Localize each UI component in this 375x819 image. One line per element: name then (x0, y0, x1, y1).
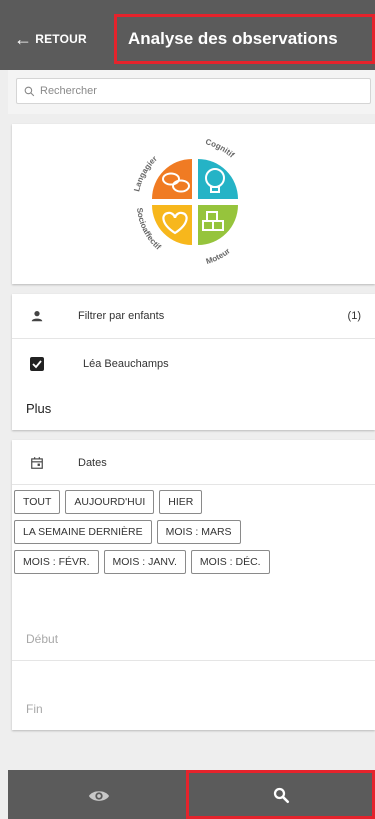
divider (12, 484, 375, 485)
chip-last-week[interactable]: LA SEMAINE DERNIÈRE (14, 520, 152, 544)
end-date-field[interactable]: Fin (26, 702, 43, 716)
chip-all[interactable]: TOUT (14, 490, 61, 514)
filter-children-row[interactable]: Filtrer par enfants (1) (12, 294, 375, 338)
dates-label: Dates (78, 457, 107, 469)
arrow-left-icon: ← (14, 29, 33, 49)
chip-month-dec[interactable]: MOIS : DÉC. (190, 550, 270, 574)
chip-month-march[interactable]: MOIS : MARS (156, 520, 241, 544)
divider (12, 338, 375, 339)
start-date-field[interactable]: Début (26, 632, 58, 646)
back-button[interactable]: ← RETOUR (14, 26, 87, 52)
search-icon (273, 787, 289, 803)
search-field[interactable] (16, 78, 371, 104)
chip-row: TOUT AUJOURD'HUI HIER (14, 490, 374, 514)
eye-icon[interactable] (88, 788, 110, 804)
filter-children-label: Filtrer par enfants (78, 310, 165, 322)
domains-logo-card: Langagier Cognitif Socioaffectif Moteur (12, 124, 375, 284)
more-row[interactable]: Plus (12, 394, 375, 422)
child-option-row[interactable]: Léa Beauchamps (12, 344, 375, 384)
checkbox-checked-icon[interactable] (30, 357, 44, 371)
back-label: RETOUR (35, 32, 87, 46)
page-title-box: Analyse des observations (114, 14, 375, 64)
development-domains-logo: Langagier Cognitif Socioaffectif Moteur (132, 137, 238, 266)
search-input[interactable] (40, 85, 340, 97)
child-name: Léa Beauchamps (83, 358, 169, 370)
chip-today[interactable]: AUJOURD'HUI (65, 490, 155, 514)
calendar-icon (31, 457, 43, 469)
chip-month-feb[interactable]: MOIS : FÉVR. (14, 550, 99, 574)
logo-label-moteur: Moteur (205, 246, 232, 266)
dates-header-row: Dates (12, 446, 375, 480)
date-presets: TOUT AUJOURD'HUI HIER LA SEMAINE DERNIÈR… (14, 490, 374, 580)
chip-yesterday[interactable]: HIER (159, 490, 203, 514)
dates-filter-card: Dates TOUT AUJOURD'HUI HIER LA SEMAINE D… (12, 440, 375, 730)
bottom-action-bar (8, 770, 375, 819)
filter-count: (1) (347, 310, 361, 322)
svg-text:Cognitif: Cognitif (204, 137, 236, 159)
more-link[interactable]: Plus (26, 401, 51, 416)
svg-text:Moteur: Moteur (205, 246, 232, 266)
chip-row: MOIS : FÉVR. MOIS : JANV. MOIS : DÉC. (14, 550, 374, 574)
chip-row: LA SEMAINE DERNIÈRE MOIS : MARS (14, 520, 374, 544)
children-filter-card: Filtrer par enfants (1) Léa Beauchamps P… (12, 294, 375, 430)
person-icon (31, 311, 43, 322)
search-icon (24, 86, 35, 96)
search-button[interactable] (186, 770, 375, 819)
search-area (8, 70, 375, 114)
app-header: ← RETOUR Analyse des observations (0, 0, 375, 70)
chip-month-jan[interactable]: MOIS : JANV. (103, 550, 186, 574)
divider (12, 660, 375, 661)
page-title: Analyse des observations (128, 29, 338, 48)
logo-label-cognitif: Cognitif (204, 137, 236, 159)
